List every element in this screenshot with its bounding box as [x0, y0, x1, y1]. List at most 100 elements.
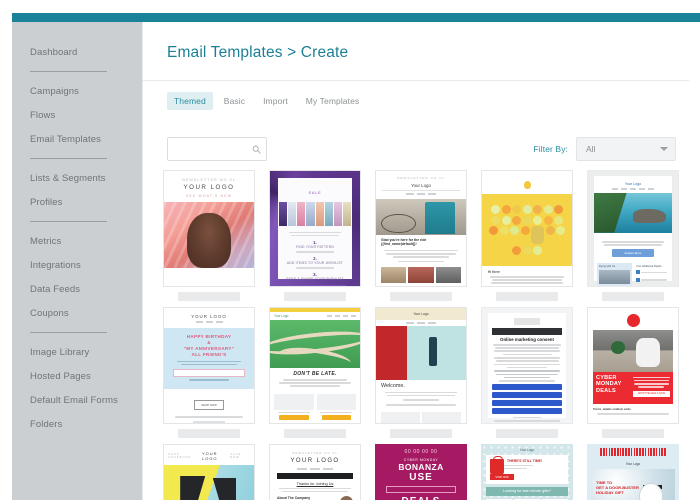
sidebar-item-data-feeds[interactable]: Data Feeds	[30, 277, 142, 301]
cyber-badge-icon	[626, 314, 640, 327]
thumb-bonanza-code	[386, 486, 456, 493]
sidebar-item-folders[interactable]: Folders	[30, 412, 142, 436]
filter-select[interactable]: All	[576, 137, 676, 161]
sidebar-group-5: Image Library Hosted Pages Default Email…	[12, 340, 142, 436]
template-card[interactable]: Hi there	[481, 170, 573, 301]
template-card[interactable]: 00 00 00 00 CYBER MONDAY BONANZA USE DEA…	[375, 444, 467, 500]
template-name-placeholder	[284, 292, 346, 301]
template-thumbnail-dont-be-late-track[interactable]: Your Logo DON'T BE LATE.	[269, 307, 361, 424]
template-name-placeholder	[178, 292, 240, 301]
thumb-nav-left: SHOP LOOKBOOK	[168, 453, 192, 459]
sidebar-item-default-email-forms[interactable]: Default Email Forms	[30, 388, 142, 412]
thumb-consent-bar	[492, 328, 562, 335]
template-card[interactable]: Your Logo Explore More Flying with Us Yo…	[587, 170, 679, 301]
template-card[interactable]: YOUR LOGO HAPPY BIRTHDAY & "MY ANNIVERSA…	[163, 307, 255, 438]
page-title: Email Templates > Create	[167, 44, 349, 61]
thumb-logo: YOUR LOGO	[201, 451, 218, 461]
thumb-step-2-label: ADD ITEMS TO YOUR WISHLIST	[286, 260, 344, 265]
filter-control: Filter By: All	[533, 137, 676, 161]
search-input[interactable]	[168, 144, 246, 154]
template-thumbnail-cyber-monday-bonanza[interactable]: 00 00 00 00 CYBER MONDAY BONANZA USE DEA…	[375, 444, 467, 500]
thumb-logo: Your Logo	[274, 314, 289, 318]
template-card[interactable]: CYBER MONDAY DEALS SHOP THE DEALS NOW Te…	[587, 307, 679, 438]
thumb-bonanza-use: USE	[409, 472, 433, 483]
filter-label: Filter By:	[533, 144, 568, 154]
template-card[interactable]: Online marketing consent	[481, 307, 573, 438]
tab-import[interactable]: Import	[256, 92, 295, 110]
thumb-consent-option-3	[492, 399, 562, 406]
thumb-nav-row	[327, 315, 356, 317]
thumb-snow-button: SHOP NOW	[490, 474, 514, 481]
chevron-down-icon[interactable]	[660, 147, 668, 151]
sidebar-item-email-templates[interactable]: Email Templates	[30, 127, 142, 151]
template-card[interactable]: Your Logo TIME TO GET A DOOR-BUSTER HOLI…	[587, 444, 679, 500]
sidebar-item-dashboard[interactable]: Dashboard	[30, 40, 142, 64]
sidebar-item-metrics[interactable]: Metrics	[30, 229, 142, 253]
search-box[interactable]	[167, 137, 267, 161]
tab-basic[interactable]: Basic	[217, 92, 252, 110]
template-thumbnail-purple-geometric-swatches[interactable]: SALE 1. FIND YOUR PATTERN 2. ADD ITEMS T…	[269, 170, 361, 287]
thumb-ocean-sub: Flying with Us	[599, 264, 616, 268]
template-thumbnail-your-logo-shoes[interactable]: SHOP LOOKBOOK YOUR LOGO SALE NEW	[163, 444, 255, 500]
thumb-cyber-button: SHOP THE DEALS NOW	[632, 390, 670, 397]
search-icon[interactable]	[246, 145, 266, 154]
sidebar-item-integrations[interactable]: Integrations	[30, 253, 142, 277]
thumb-logo: Your Logo	[411, 183, 431, 188]
sidebar-item-profiles[interactable]: Profiles	[30, 190, 142, 214]
thumb-preheader: NEWSLETTER NO 01	[397, 176, 445, 180]
thumb-snowman-txt3: HOLIDAY GIFT	[596, 489, 624, 495]
thumb-note: Hi there	[488, 270, 500, 274]
avatar	[340, 496, 353, 500]
sidebar: Dashboard Campaigns Flows Email Template…	[12, 22, 142, 500]
thumb-about-head: Thanks for Joining Us	[296, 481, 334, 486]
template-thumbnail-about-the-company[interactable]: NEWSLETTER NO 01 YOUR LOGO Thanks for Jo…	[269, 444, 361, 500]
sidebar-item-hosted-pages[interactable]: Hosted Pages	[30, 364, 142, 388]
sidebar-group-1: Dashboard	[12, 40, 142, 64]
thumb-bonanza-title: BONANZA	[398, 462, 444, 472]
template-thumbnail-happy-birthday-anniversary[interactable]: YOUR LOGO HAPPY BIRTHDAY & "MY ANNIVERSA…	[163, 307, 255, 424]
template-tabs: Themed Basic Import My Templates	[167, 92, 366, 110]
thumb-nav-row	[277, 468, 353, 470]
template-thumbnail-theres-still-time[interactable]: Your Logo THERE'S STILL TIME! SHOP NOW L…	[481, 444, 573, 500]
tab-themed[interactable]: Themed	[167, 92, 213, 110]
thumb-sale-label: SALE	[308, 191, 322, 195]
thumb-cyber-photo	[593, 330, 673, 372]
template-card[interactable]: Your Logo THERE'S STILL TIME! SHOP NOW L…	[481, 444, 573, 500]
template-card[interactable]: Your Logo DON'T BE LATE.	[269, 307, 361, 438]
thumb-logo: YOUR LOGO	[290, 458, 340, 464]
template-card[interactable]: SHOP LOOKBOOK YOUR LOGO SALE NEW	[163, 444, 255, 500]
thumb-logo: Your Logo	[519, 448, 535, 452]
template-thumbnail-holiday-snowman[interactable]: Your Logo TIME TO GET A DOOR-BUSTER HOLI…	[587, 444, 679, 500]
template-thumbnail-travel-ocean-cliff[interactable]: Your Logo Explore More Flying with Us Yo…	[587, 170, 679, 287]
template-card[interactable]: Your Logo Welcome.	[375, 307, 467, 438]
thumb-bonanza-digits: 00 00 00 00	[404, 449, 438, 455]
thumb-preheader: NEWSLETTER NO 01	[292, 451, 338, 455]
template-card[interactable]: NEWSLETTER NO 01 YOUR LOGO SEE WHAT'S NE…	[163, 170, 255, 301]
sidebar-item-flows[interactable]: Flows	[30, 103, 142, 127]
tab-my-templates[interactable]: My Templates	[299, 92, 366, 110]
thumb-about-body: NEWSLETTER NO 01 YOUR LOGO Thanks for Jo…	[270, 445, 360, 500]
template-name-placeholder	[496, 292, 558, 301]
sidebar-item-lists-segments[interactable]: Lists & Segments	[30, 166, 142, 190]
title-divider	[143, 80, 689, 81]
thumb-birthday-panel: HAPPY BIRTHDAY & "MY ANNIVERSARY" ALL FR…	[164, 327, 254, 389]
sidebar-item-image-library[interactable]: Image Library	[30, 340, 142, 364]
thumb-nav-row	[376, 322, 466, 324]
template-card[interactable]: SALE 1. FIND YOUR PATTERN 2. ADD ITEMS T…	[269, 170, 361, 301]
template-card[interactable]: NEWSLETTER NO 01 Your Logo Glad you're h…	[375, 170, 467, 301]
sidebar-item-coupons[interactable]: Coupons	[30, 301, 142, 325]
template-thumbnail-your-logo-portrait[interactable]: NEWSLETTER NO 01 YOUR LOGO SEE WHAT'S NE…	[163, 170, 255, 287]
sidebar-group-3: Lists & Segments Profiles	[12, 166, 142, 214]
thumb-step-3-label: SEND & SHARE YOUR WISHLIST	[286, 276, 344, 281]
thumb-welcome-image	[376, 325, 466, 380]
sidebar-item-campaigns[interactable]: Campaigns	[30, 79, 142, 103]
template-thumbnail-cyber-monday-deals[interactable]: CYBER MONDAY DEALS SHOP THE DEALS NOW Te…	[587, 307, 679, 424]
template-thumbnail-bike-teal-door[interactable]: NEWSLETTER NO 01 Your Logo Glad you're h…	[375, 170, 467, 287]
template-thumbnail-citrus-yellow-grid[interactable]: Hi there	[481, 170, 573, 287]
template-grid: NEWSLETTER NO 01 YOUR LOGO SEE WHAT'S NE…	[163, 170, 679, 500]
template-thumbnail-welcome-red-teal[interactable]: Your Logo Welcome.	[375, 307, 467, 424]
template-thumbnail-online-marketing-consent[interactable]: Online marketing consent	[481, 307, 573, 424]
thumb-cyber-line3: DEALS	[596, 387, 616, 394]
template-card[interactable]: NEWSLETTER NO 01 YOUR LOGO Thanks for Jo…	[269, 444, 361, 500]
thumb-shoes-image	[164, 465, 254, 500]
